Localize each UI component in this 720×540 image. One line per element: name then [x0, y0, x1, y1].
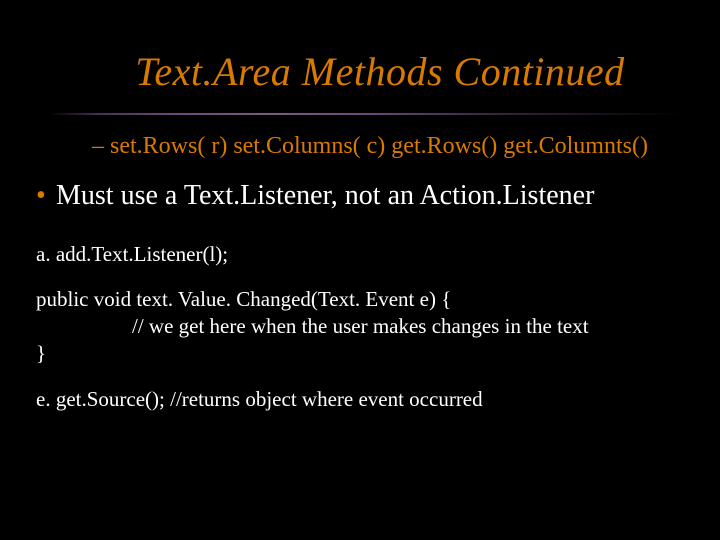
- gradient-rule: [48, 113, 684, 115]
- code-value-changed: public void text. Value. Changed(Text. E…: [0, 286, 720, 368]
- sub-bullet-methods: set.Rows( r) set.Columns( c) get.Rows() …: [0, 131, 720, 161]
- code-line-2: // we get here when the user makes chang…: [36, 313, 700, 340]
- title-separator: [0, 113, 720, 115]
- bullet-text: Must use a Text.Listener, not an Action.…: [56, 180, 594, 211]
- code-line-1: public void text. Value. Changed(Text. E…: [36, 287, 451, 311]
- bullet-listener-note: •Must use a Text.Listener, not an Action…: [0, 179, 720, 213]
- code-line-3: }: [36, 341, 46, 365]
- code-add-listener: a. add.Text.Listener(l);: [0, 241, 720, 268]
- code-get-source: e. get.Source(); //returns object where …: [0, 386, 720, 413]
- slide: Text.Area Methods Continued set.Rows( r)…: [0, 0, 720, 540]
- slide-title: Text.Area Methods Continued: [0, 0, 720, 95]
- bullet-dot: •: [36, 179, 56, 213]
